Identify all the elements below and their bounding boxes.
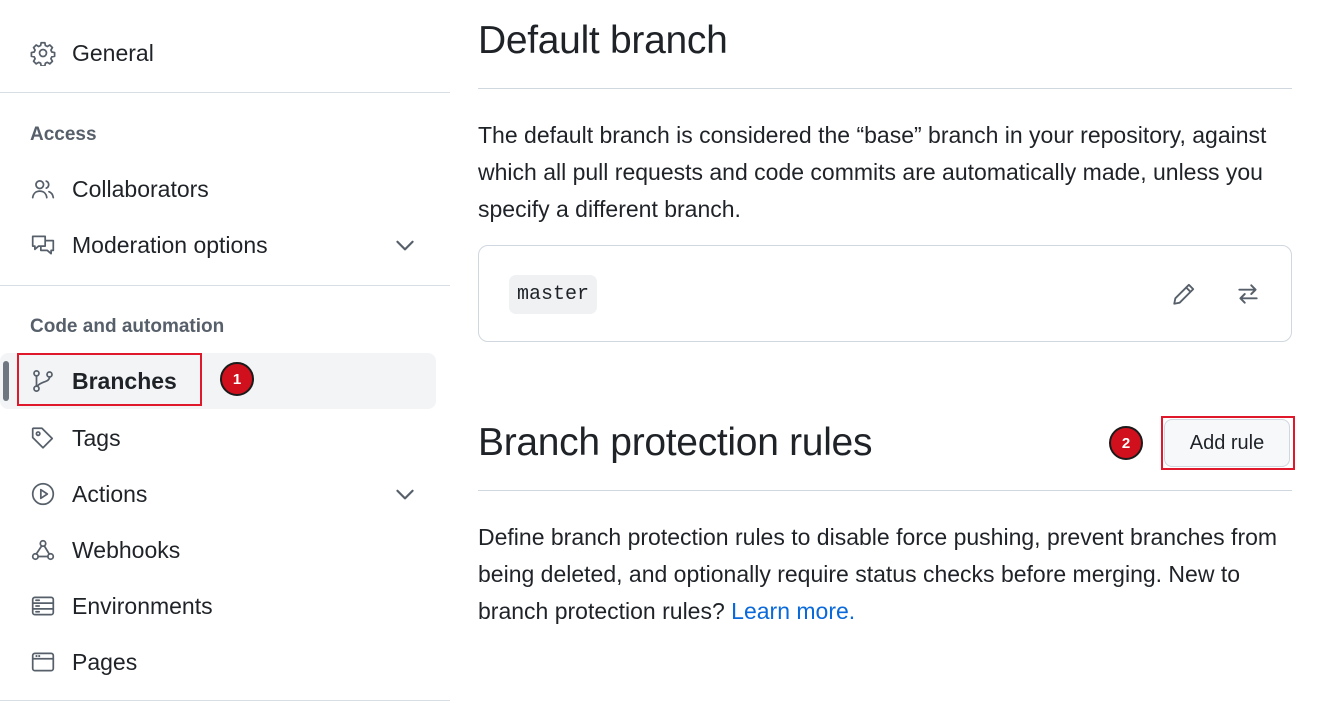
sidebar-item-label: Pages: [72, 648, 138, 675]
sidebar-item-moderation-options[interactable]: Moderation options: [0, 217, 436, 273]
sidebar-item-general[interactable]: General: [0, 25, 436, 81]
main-content: Default branch The default branch is con…: [478, 0, 1293, 703]
sidebar-item-webhooks[interactable]: Webhooks: [0, 522, 436, 578]
sidebar-item-pages[interactable]: Pages: [0, 634, 436, 690]
add-rule-button[interactable]: Add rule: [1164, 419, 1290, 467]
sidebar-item-actions[interactable]: Actions: [0, 466, 436, 522]
sidebar-item-label: Branches: [72, 367, 177, 394]
sidebar-item-environments[interactable]: Environments: [0, 578, 436, 634]
sidebar-item-label: Actions: [72, 480, 148, 507]
sidebar-heading-access: Access: [30, 124, 97, 145]
sidebar-item-branches[interactable]: Branches: [0, 353, 436, 409]
tag-icon: [30, 425, 56, 451]
chevron-down-icon[interactable]: [392, 481, 418, 507]
sidebar-item-label: General: [72, 39, 154, 66]
learn-more-link[interactable]: Learn more.: [731, 598, 855, 624]
sidebar-item-label: Webhooks: [72, 536, 181, 563]
default-branch-title: Default branch: [478, 19, 728, 62]
play-icon: [30, 481, 56, 507]
branch-name: master: [509, 275, 598, 314]
branch-protection-description: Define branch protection rules to disabl…: [478, 519, 1293, 630]
sidebar-item-label: Environments: [72, 592, 213, 619]
people-icon: [30, 176, 56, 202]
chevron-down-icon[interactable]: [392, 232, 418, 258]
sidebar-item-label: Tags: [72, 424, 121, 451]
gear-icon: [30, 40, 56, 66]
sidebar-divider: [0, 700, 450, 701]
default-branch-box: master: [478, 245, 1292, 342]
sidebar-heading-code-and-automation: Code and automation: [30, 316, 225, 337]
git-branch-icon: [30, 368, 56, 394]
pencil-icon[interactable]: [1169, 279, 1199, 309]
arrow-switch-icon[interactable]: [1233, 279, 1263, 309]
step-marker-2: 2: [1109, 426, 1143, 460]
browser-icon: [30, 649, 56, 675]
section-divider: [478, 88, 1292, 89]
sidebar-item-label: Moderation options: [72, 231, 268, 258]
sidebar-divider: [0, 92, 450, 93]
branch-protection-title: Branch protection rules: [478, 421, 873, 464]
server-icon: [30, 593, 56, 619]
sidebar-divider: [0, 285, 450, 286]
description-text: Define branch protection rules to disabl…: [478, 524, 1278, 624]
sidebar-item-tags[interactable]: Tags: [0, 410, 436, 466]
webhook-icon: [30, 537, 56, 563]
default-branch-description: The default branch is considered the “ba…: [478, 122, 1267, 222]
sidebar-item-collaborators[interactable]: Collaborators: [0, 161, 436, 217]
report-icon: [30, 232, 56, 258]
section-divider: [478, 490, 1292, 491]
sidebar-item-label: Collaborators: [72, 175, 209, 202]
settings-sidebar: General Access Collaborators Moderation …: [0, 0, 450, 703]
active-indicator: [3, 361, 9, 401]
step-marker-1: 1: [220, 362, 254, 396]
